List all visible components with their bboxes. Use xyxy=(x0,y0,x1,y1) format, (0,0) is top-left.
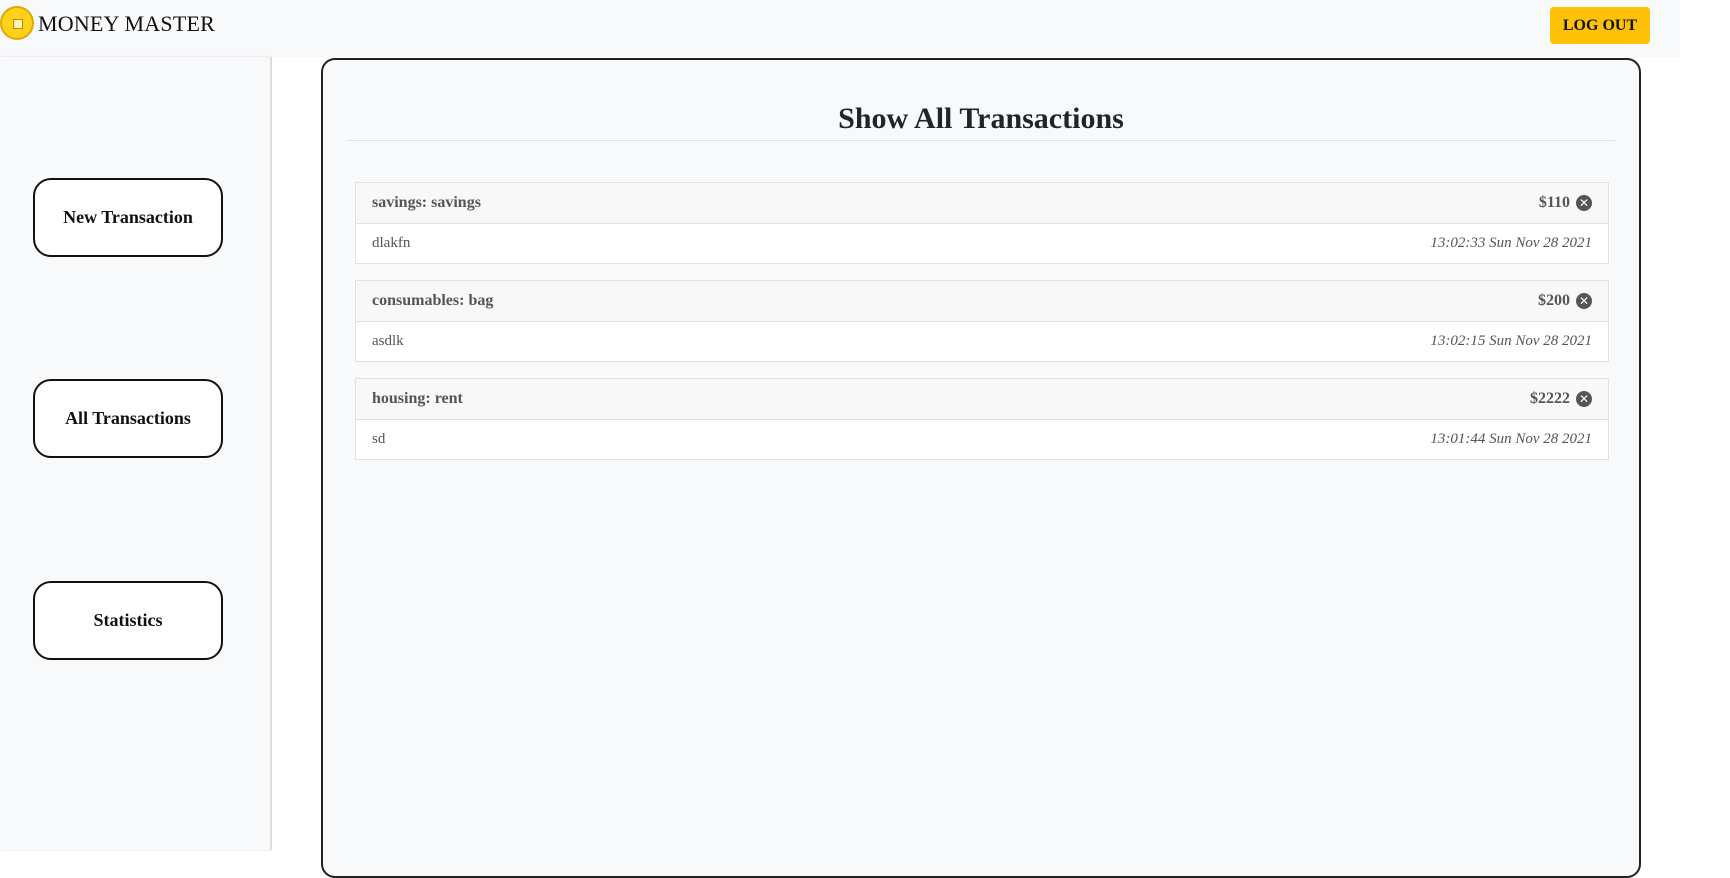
logo-square-icon xyxy=(13,19,23,29)
transaction-header: housing: rent $2222 ✕ xyxy=(356,379,1608,420)
close-circle-icon[interactable]: ✕ xyxy=(1576,293,1592,309)
transaction-datetime: 13:02:15 Sun Nov 28 2021 xyxy=(1430,333,1592,349)
transaction-body: sd 13:01:44 Sun Nov 28 2021 xyxy=(356,420,1608,459)
transaction-note: sd xyxy=(372,431,386,447)
main-content: Show All Transactions savings: savings $… xyxy=(272,57,1730,878)
page-title: Show All Transactions xyxy=(347,102,1615,141)
transaction-amount-group: $110 ✕ xyxy=(1539,194,1592,212)
sidebar-item-label: All Transactions xyxy=(65,408,191,428)
transaction-note: dlakfn xyxy=(372,235,411,251)
logout-button[interactable]: LOG OUT xyxy=(1550,7,1650,44)
transaction-header: consumables: bag $200 ✕ xyxy=(356,281,1608,322)
transaction-body: asdlk 13:02:15 Sun Nov 28 2021 xyxy=(356,322,1608,361)
transactions-panel: Show All Transactions savings: savings $… xyxy=(321,58,1641,878)
transaction-amount: $200 xyxy=(1538,292,1570,309)
sidebar-item-label: Statistics xyxy=(93,610,163,630)
sidebar-item-new-transaction[interactable]: New Transaction xyxy=(33,178,223,257)
transaction-body: dlakfn 13:02:33 Sun Nov 28 2021 xyxy=(356,224,1608,263)
transaction-amount-group: $200 ✕ xyxy=(1538,292,1592,310)
transaction-card: consumables: bag $200 ✕ asdlk 13:02:15 S… xyxy=(355,280,1609,362)
transaction-category: housing: rent xyxy=(372,390,463,407)
sidebar-item-all-transactions[interactable]: All Transactions xyxy=(33,379,223,458)
sidebar-item-statistics[interactable]: Statistics xyxy=(33,581,223,660)
sidebar-item-label: New Transaction xyxy=(63,207,193,227)
coin-logo-icon[interactable] xyxy=(0,6,34,40)
transaction-card: savings: savings $110 ✕ dlakfn 13:02:33 … xyxy=(355,182,1609,264)
transaction-amount: $2222 xyxy=(1530,390,1570,407)
transaction-amount: $110 xyxy=(1538,194,1570,211)
transaction-datetime: 13:01:44 Sun Nov 28 2021 xyxy=(1430,431,1592,447)
top-navbar: MONEY MASTER LOG OUT xyxy=(0,0,1680,57)
transaction-category: savings: savings xyxy=(372,194,481,211)
transaction-note: asdlk xyxy=(372,333,404,349)
transaction-card: housing: rent $2222 ✕ sd 13:01:44 Sun No… xyxy=(355,378,1609,460)
transaction-list: savings: savings $110 ✕ dlakfn 13:02:33 … xyxy=(355,182,1609,476)
close-circle-icon[interactable]: ✕ xyxy=(1576,195,1592,211)
transaction-datetime: 13:02:33 Sun Nov 28 2021 xyxy=(1430,235,1592,251)
transaction-category: consumables: bag xyxy=(372,292,494,309)
transaction-header: savings: savings $110 ✕ xyxy=(356,183,1608,224)
sidebar: New Transaction All Transactions Statist… xyxy=(0,57,272,850)
brand-name[interactable]: MONEY MASTER xyxy=(38,11,215,37)
close-circle-icon[interactable]: ✕ xyxy=(1576,391,1592,407)
transaction-amount-group: $2222 ✕ xyxy=(1530,390,1592,408)
